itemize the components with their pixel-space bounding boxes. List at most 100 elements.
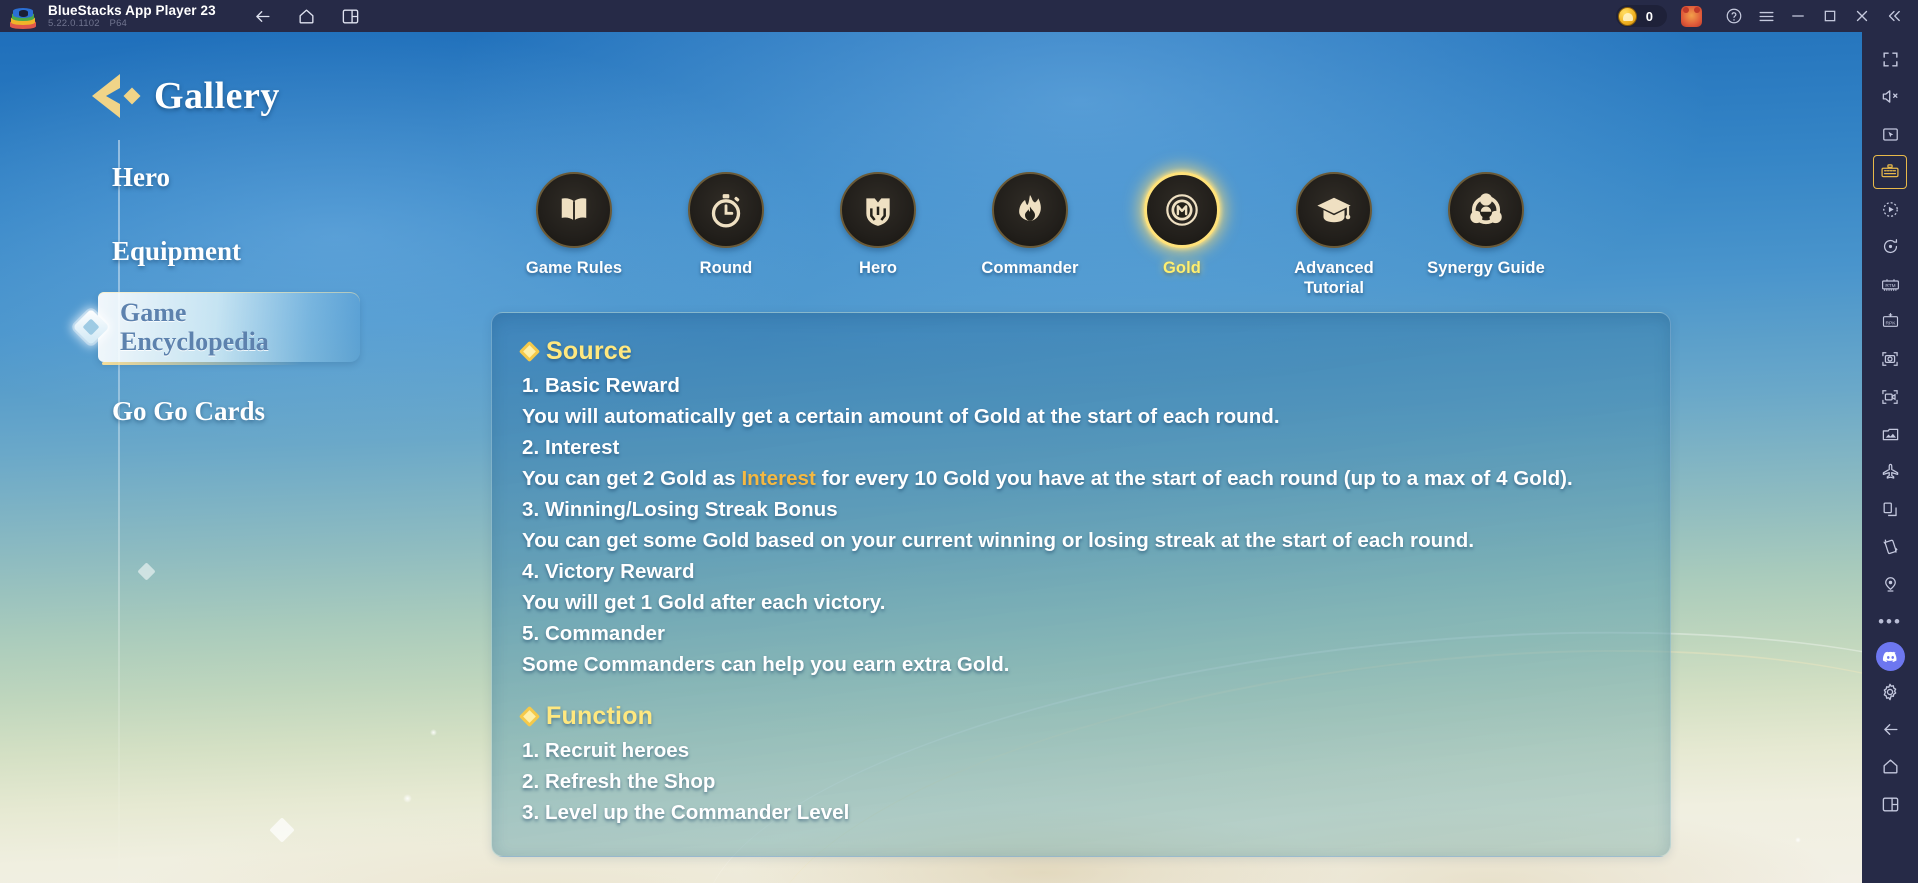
diamond-bullet-icon (518, 340, 541, 363)
back-arrow-icon[interactable] (1873, 712, 1907, 746)
coin-balance[interactable]: 0 (1615, 5, 1667, 27)
category-tab-advanced-tutorial[interactable]: Advanced Tutorial (1258, 172, 1410, 298)
mute-icon[interactable] (1873, 80, 1907, 114)
helmet-icon (840, 172, 916, 248)
flame-commander-icon (992, 172, 1068, 248)
sidebar-nav: Hero Equipment Game Encyclopedia Go Go C… (72, 140, 388, 883)
category-tab-game-rules[interactable]: Game Rules (498, 172, 650, 298)
coin-value: 0 (1645, 8, 1653, 24)
titlebar-nav (252, 5, 362, 27)
sidebar-item-hero[interactable]: Hero (88, 140, 388, 214)
category-tab-round[interactable]: Round (650, 172, 802, 298)
more-dots-icon[interactable]: ••• (1873, 605, 1907, 639)
section-heading-label: Function (546, 702, 654, 730)
rpk-icon[interactable]: RPK (1873, 305, 1907, 339)
svg-text:RPK: RPK (1885, 320, 1896, 326)
section-heading-source: Source (518, 337, 1640, 366)
encyclopedia-content-panel: Source 1. Basic Reward You will automati… (491, 312, 1671, 857)
content-line: 3. Winning/Losing Streak Bonus (522, 498, 838, 521)
category-tab-label: Round (699, 259, 753, 277)
category-tab-commander[interactable]: Commander (954, 172, 1106, 298)
macro-play-icon[interactable] (1873, 192, 1907, 226)
build-tag: P64 (109, 18, 128, 29)
particle-diamond (269, 817, 295, 843)
media-gallery-icon[interactable] (1873, 417, 1907, 451)
sidebar-item-label: Hero (112, 162, 170, 192)
maximize-icon[interactable] (1814, 0, 1846, 32)
content-line: 5. Commander (522, 622, 665, 645)
sidebar-item-label-line2: Encyclopedia (120, 327, 269, 356)
help-icon[interactable] (1718, 0, 1750, 32)
settings-gear-icon[interactable] (1873, 675, 1907, 709)
minimize-icon[interactable] (1782, 0, 1814, 32)
shake-icon[interactable] (1873, 530, 1907, 564)
bluestacks-logo-icon (10, 3, 36, 29)
screenshot-icon[interactable] (1873, 342, 1907, 376)
back-chevron-diamond-icon[interactable] (86, 70, 142, 122)
content-line: You will get 1 Gold after each victory. (522, 591, 886, 614)
record-video-icon[interactable] (1873, 380, 1907, 414)
close-icon[interactable] (1846, 0, 1878, 32)
collapse-chevrons-icon[interactable] (1878, 0, 1910, 32)
rtm-icon[interactable]: RTM (1873, 267, 1907, 301)
version-number: 5.22.0.1102 (48, 18, 100, 29)
cursor-pointer-icon[interactable] (1873, 117, 1907, 151)
rotate-icon[interactable] (1873, 230, 1907, 264)
titlebar-right: 0 (1615, 0, 1918, 32)
particle-glow (1795, 837, 1801, 843)
multi-instance-icon[interactable] (340, 5, 362, 27)
home-icon[interactable] (296, 5, 318, 27)
content-line: 4. Victory Reward (522, 560, 695, 583)
sidebar-item-label-line1: Game (120, 298, 187, 327)
category-tab-gold[interactable]: Gold (1106, 172, 1258, 298)
account-avatar-icon[interactable] (1681, 5, 1702, 27)
particle-glow (403, 794, 412, 803)
graduation-cap-icon (1296, 172, 1372, 248)
location-pin-icon[interactable] (1873, 567, 1907, 601)
home-icon[interactable] (1873, 750, 1907, 784)
titlebar: BlueStacks App Player 23 5.22.0.1102 P64… (0, 0, 1918, 32)
category-tab-synergy-guide[interactable]: Synergy Guide (1410, 172, 1562, 298)
category-tab-label: Advanced Tutorial (1294, 259, 1374, 297)
category-tab-label: Synergy Guide (1427, 259, 1545, 277)
content-text: You can get 2 Gold as (522, 467, 742, 490)
content-text: for every 10 Gold you have at the start … (815, 467, 1573, 490)
category-tabs: Game Rules Round Hero Commander Gold Adv… (498, 172, 1562, 298)
hamburger-menu-icon[interactable] (1750, 0, 1782, 32)
content-line: 1. Basic Reward (522, 374, 680, 397)
sidebar-item-label: Game Encyclopedia (112, 298, 269, 356)
category-tab-label: Gold (1163, 259, 1201, 277)
gallery-header[interactable]: Gallery (86, 70, 280, 122)
sidebar-item-label: Equipment (112, 236, 242, 266)
content-line: 3. Level up the Commander Level (522, 801, 850, 824)
multi-instance-icon[interactable] (1873, 787, 1907, 821)
keyboard-controls-icon[interactable] (1873, 154, 1907, 189)
content-line: 1. Recruit heroes (522, 739, 690, 762)
category-tab-hero[interactable]: Hero (802, 172, 954, 298)
bluestacks-right-toolbar: RTM RPK ••• (1862, 32, 1918, 883)
discord-icon[interactable] (1875, 642, 1905, 671)
content-line: You can get some Gold based on your curr… (522, 529, 1475, 552)
copy-instance-icon[interactable] (1873, 492, 1907, 526)
category-tab-label: Game Rules (525, 259, 623, 277)
game-screen: Gallery Hero Equipment Game Encyclopedia… (0, 32, 1862, 883)
content-highlight-term: Interest (741, 467, 816, 490)
page-title: Gallery (154, 75, 280, 117)
back-icon[interactable] (252, 5, 274, 27)
svg-text:RTM: RTM (1885, 282, 1895, 288)
particle-glow (430, 729, 437, 736)
app-title-block: BlueStacks App Player 23 5.22.0.1102 P64 (48, 0, 216, 32)
stopwatch-icon (688, 172, 764, 248)
bluestacks-window: BlueStacks App Player 23 5.22.0.1102 P64… (0, 0, 1918, 883)
sidebar-item-label: Go Go Cards (112, 396, 266, 426)
content-line-interest: You can get 2 Gold as Interest for every… (522, 463, 1640, 494)
fullscreen-icon[interactable] (1873, 42, 1907, 76)
coin-icon (1617, 6, 1637, 26)
gold-medal-icon (1144, 172, 1220, 248)
synergy-triangle-icon (1448, 172, 1524, 248)
airplane-icon[interactable] (1873, 455, 1907, 489)
sidebar-item-game-encyclopedia[interactable]: Game Encyclopedia (72, 288, 388, 366)
sidebar-item-go-go-cards[interactable]: Go Go Cards (88, 374, 388, 448)
sidebar-item-equipment[interactable]: Equipment (88, 214, 388, 288)
